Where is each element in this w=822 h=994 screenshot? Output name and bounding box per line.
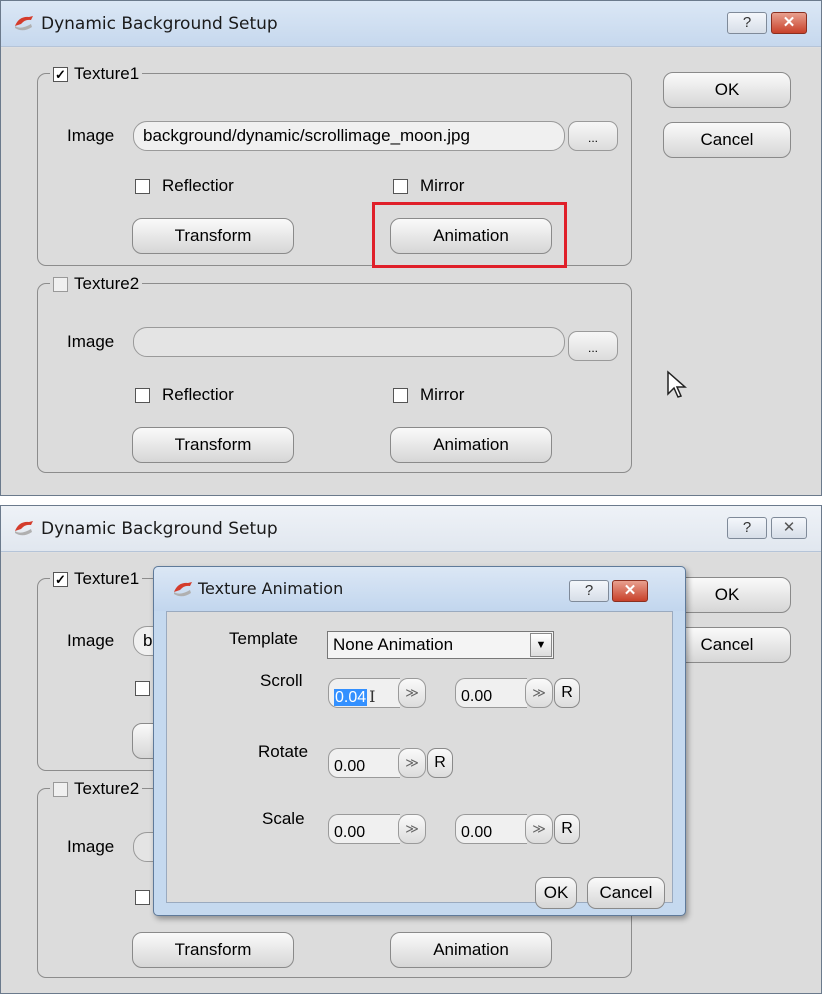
scroll-label: Scroll <box>260 671 303 690</box>
cancel-button[interactable]: Cancel <box>663 122 791 158</box>
scroll-y-field[interactable]: 0.00 <box>455 678 527 708</box>
close-button[interactable]: ✕ <box>771 12 807 34</box>
scale-label: Scale <box>262 809 305 828</box>
texture2-image-field[interactable] <box>133 327 565 357</box>
spin-chevron-icon[interactable]: ≫ <box>525 678 553 708</box>
texture1-checkbox[interactable]: ✓ Texture1 <box>50 64 143 84</box>
window-title: Dynamic Background Setup <box>41 14 278 34</box>
window-title: Dynamic Background Setup <box>41 519 278 539</box>
help-button[interactable]: ? <box>727 517 767 539</box>
reflection-check-box[interactable] <box>135 387 150 403</box>
texture2-animation-button[interactable]: Animation <box>390 427 552 463</box>
texture2-checkbox[interactable]: Texture2 <box>50 274 143 294</box>
reflection-label: Reflectior <box>162 176 234 195</box>
chevron-down-icon[interactable]: ▼ <box>530 633 552 657</box>
scroll-reset-button[interactable]: R <box>554 678 580 708</box>
mouse-pointer-icon <box>667 370 687 398</box>
texture1-image-field[interactable]: background/dynamic/scrollimage_moon.jpg <box>133 121 565 151</box>
image-label: Image <box>67 126 115 145</box>
highlight-box <box>372 202 567 268</box>
reflection-check-box[interactable] <box>135 890 150 905</box>
reflection-check-box[interactable] <box>135 681 150 696</box>
title-bar: Dynamic Background Setup ? ✕ <box>1 1 821 47</box>
spin-chevron-icon[interactable]: ≫ <box>398 678 426 708</box>
texture-animation-dialog: Texture Animation ? ✕ Template None Anim… <box>153 566 686 916</box>
texture1-reflection-checkbox[interactable]: Reflectior <box>135 176 234 196</box>
help-button[interactable]: ? <box>727 12 767 34</box>
transform-button[interactable]: Transform <box>132 932 294 968</box>
app-logo-icon <box>174 582 192 597</box>
texture2-group: Texture2 Image ... Reflectior Mirror Tra… <box>37 274 632 473</box>
scroll-x-field[interactable]: 0.04 I <box>328 678 400 708</box>
image-label: Image <box>67 631 115 650</box>
image-label: Image <box>67 837 115 856</box>
texture2-check-box[interactable] <box>53 276 68 292</box>
scale-reset-button[interactable]: R <box>554 814 580 844</box>
template-label: Template <box>229 629 298 648</box>
window-client: ✓ Texture1 Image background/dynamic/scro… <box>1 48 821 495</box>
dialog-title: Texture Animation <box>198 579 344 598</box>
app-logo-icon <box>15 521 33 536</box>
texture1-label: Texture1 <box>74 569 140 588</box>
rotate-field[interactable]: 0.00 <box>328 748 400 778</box>
texture1-label: Texture1 <box>74 64 140 83</box>
dialog-close-button[interactable]: ✕ <box>612 580 648 602</box>
scale-y-field[interactable]: 0.00 <box>455 814 527 844</box>
texture1-transform-button[interactable]: Transform <box>132 218 294 254</box>
texture1-checkbox[interactable]: ✓ Texture1 <box>50 569 143 589</box>
texture1-browse-button[interactable]: ... <box>568 121 618 151</box>
mirror-check-box[interactable] <box>393 178 408 194</box>
reflection-check-box[interactable] <box>135 178 150 194</box>
texture2-label: Texture2 <box>74 274 140 293</box>
texture2-mirror-checkbox[interactable]: Mirror <box>393 385 464 405</box>
spin-chevron-icon[interactable]: ≫ <box>398 748 426 778</box>
texture1-mirror-checkbox[interactable]: Mirror <box>393 176 464 196</box>
app-logo-icon <box>15 16 33 31</box>
mirror-label: Mirror <box>420 176 465 195</box>
texture1-check-mark[interactable]: ✓ <box>53 66 68 82</box>
title-bar: Dynamic Background Setup ? ✕ <box>1 506 821 552</box>
mirror-check-box[interactable] <box>393 387 408 403</box>
image-label: Image <box>67 332 115 351</box>
texture2-checkbox[interactable]: Texture2 <box>50 779 143 799</box>
dialog-client: Template None Animation ▼ Scroll 0.04 I ≫… <box>166 611 673 909</box>
texture2-transform-button[interactable]: Transform <box>132 427 294 463</box>
spin-chevron-icon[interactable]: ≫ <box>398 814 426 844</box>
texture2-check-box[interactable] <box>53 781 68 797</box>
template-value: None Animation <box>333 635 454 654</box>
close-button[interactable]: ✕ <box>771 517 807 539</box>
animation-button[interactable]: Animation <box>390 932 552 968</box>
rotate-label: Rotate <box>258 742 309 761</box>
texture2-reflection-checkbox[interactable]: Reflectior <box>135 385 234 405</box>
scale-x-field[interactable]: 0.00 <box>328 814 400 844</box>
template-select[interactable]: None Animation ▼ <box>327 631 554 659</box>
dialog-ok-button[interactable]: OK <box>535 877 577 909</box>
dialog-title-bar: Texture Animation ? ✕ <box>154 567 685 611</box>
texture1-check-mark[interactable]: ✓ <box>53 571 68 587</box>
text-cursor-icon: I <box>369 687 376 706</box>
texture2-label: Texture2 <box>74 779 140 798</box>
spin-chevron-icon[interactable]: ≫ <box>525 814 553 844</box>
reflection-label: Reflectior <box>162 385 234 404</box>
texture2-browse-button[interactable]: ... <box>568 331 618 361</box>
rotate-reset-button[interactable]: R <box>427 748 453 778</box>
dialog-cancel-button[interactable]: Cancel <box>587 877 665 909</box>
mirror-label: Mirror <box>420 385 465 404</box>
dialog-help-button[interactable]: ? <box>569 580 609 602</box>
ok-button[interactable]: OK <box>663 72 791 108</box>
scroll-x-value: 0.04 <box>334 689 368 706</box>
